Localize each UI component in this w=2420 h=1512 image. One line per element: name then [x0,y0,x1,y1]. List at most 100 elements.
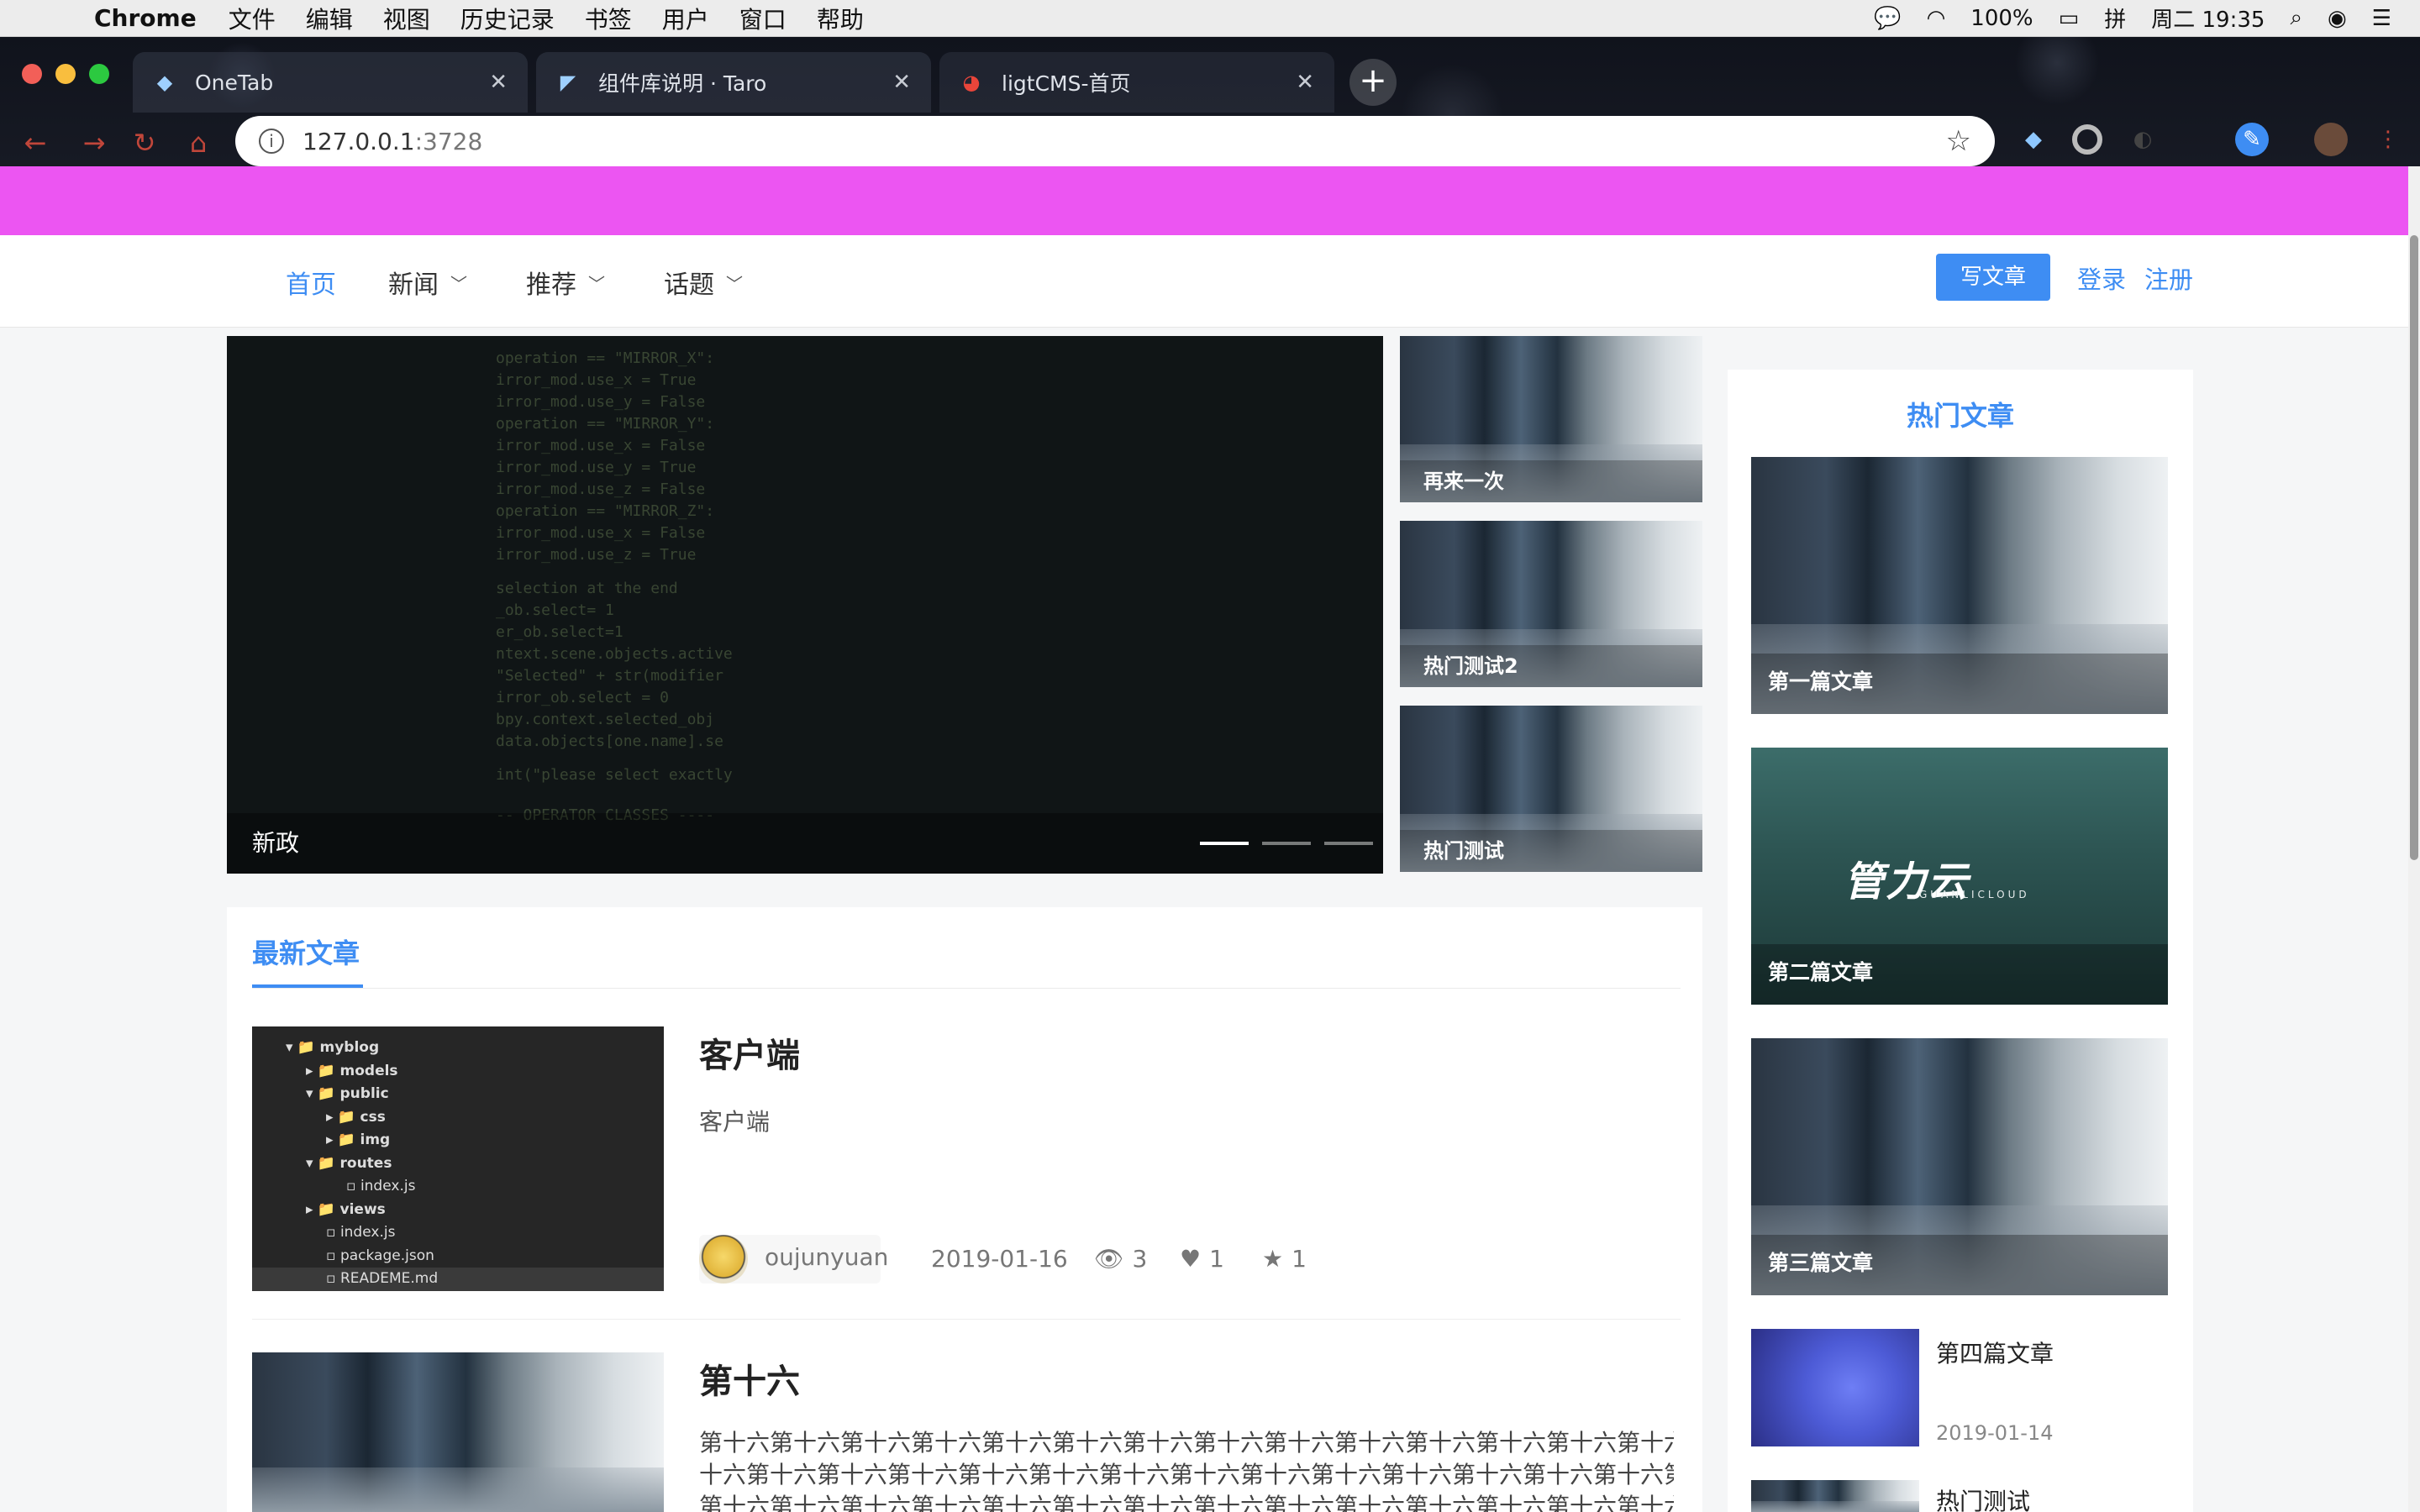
clock[interactable]: 周二 19:35 [2151,3,2265,34]
url-port: :3728 [414,127,483,155]
site-info-icon[interactable]: i [259,129,284,154]
url-text[interactable]: 127.0.0.1:3728 [302,128,1946,155]
tab-ligtcms[interactable]: ◕ ligtCMS-首页 ✕ [939,52,1334,113]
tab-title: OneTab [195,70,274,95]
hot-small-title[interactable]: 热门测试 [1936,1483,2030,1512]
divider [252,988,1681,989]
article-title[interactable]: 第十六 [699,1354,800,1403]
article-thumbnail[interactable] [252,1352,664,1512]
menu-people[interactable]: 用户 [662,2,709,35]
back-icon[interactable]: ← [18,126,52,160]
menu-history[interactable]: 历史记录 [460,2,555,35]
menu-window[interactable]: 窗口 [739,2,786,35]
hot-card-2[interactable]: 管力云 GUANLICLOUD 第二篇文章 [1751,748,2168,1005]
close-tab-icon[interactable]: ✕ [1296,70,1314,95]
new-tab-button[interactable]: + [1349,59,1397,106]
wechat-icon[interactable]: 💬 [1874,6,1901,31]
chevron-down-icon: ﹀ [726,273,743,294]
hot-small-title[interactable]: 第四篇文章 [1936,1336,2054,1369]
close-tab-icon[interactable]: ✕ [892,70,911,95]
menu-file[interactable]: 文件 [229,2,276,35]
tab-title: 组件库说明 · Taro [598,71,767,96]
wifi-icon[interactable]: ◠ [1927,6,1946,31]
nav-news[interactable]: 新闻 ﹀ [388,257,467,307]
close-window-icon[interactable] [22,64,42,84]
siri-icon[interactable]: ◉ [2328,6,2347,31]
profile-avatar[interactable] [2314,123,2348,156]
card-caption: 第二篇文章 [1768,960,1874,984]
chevron-down-icon: ﹀ [588,273,605,294]
scrollbar-thumb[interactable] [2410,235,2418,860]
code-decoration: irror_ob.select = 0 [496,689,669,706]
views-count: 3 [1132,1245,1148,1273]
carousel-dot-2[interactable] [1262,842,1311,845]
code-decoration: irror_mod.use_z = True [496,546,697,564]
login-link[interactable]: 登录 [2077,260,2126,296]
macos-menubar: Chrome 文件 编辑 视图 历史记录 书签 用户 窗口 帮助 💬 ◠ 100… [0,0,2420,37]
notification-center-icon[interactable]: ☰ [2372,6,2391,31]
forward-icon[interactable]: → [77,126,111,160]
code-decoration: irror_mod.use_y = True [496,459,697,476]
menu-help[interactable]: 帮助 [817,2,864,35]
menu-view[interactable]: 视图 [383,2,430,35]
menu-edit[interactable]: 编辑 [306,2,353,35]
hot-articles-title: 热门文章 [1906,400,2014,432]
chevron-down-icon: ﹀ [450,273,467,294]
tab-taro[interactable]: ◤ 组件库说明 · Taro ✕ [536,52,931,113]
write-article-button[interactable]: 写文章 [1936,254,2050,301]
bookmark-star-icon[interactable]: ☆ [1946,124,1971,158]
tab-onetab[interactable]: ◆ OneTab ✕ [133,52,528,113]
side-thumb-3[interactable]: 热门测试 [1400,706,1702,872]
register-link[interactable]: 注册 [2144,260,2193,296]
hot-card-1[interactable]: 第一篇文章 [1751,457,2168,714]
extension-dark-icon[interactable]: ◐ [2126,123,2160,156]
article-summary-overflow: 第十六第十六第十六第十六第十六第十六第十六第十六第十六第十六第十六第十六第十六第… [699,1493,1674,1512]
nav-recommend[interactable]: 推荐 ﹀ [526,257,605,307]
hot-small-thumb[interactable] [1751,1480,1919,1512]
chrome-menu-icon[interactable]: ⋮ [2371,123,2405,156]
article-summary: 十六第十六第十六第十六第十六第十六第十六第十六第十六第十六第十六第十六第十六第十… [699,1461,1674,1488]
tree-item: ▫ package.json [326,1247,434,1264]
stars-count: 1 [1292,1245,1307,1273]
code-decoration: irror_mod.use_z = False [496,480,706,498]
address-bar[interactable]: i 127.0.0.1:3728 ☆ [235,116,1995,166]
hero-carousel[interactable]: operation == "MIRROR_X": irror_mod.use_x… [227,336,1383,874]
app-menu[interactable]: Chrome [94,4,197,32]
extension-circle-icon[interactable] [2072,124,2102,155]
code-decoration: ntext.scene.objects.active [496,645,733,663]
zoom-window-icon[interactable] [89,64,109,84]
side-thumb-2[interactable]: 热门测试2 [1400,521,1702,687]
hot-card-3[interactable]: 第三篇文章 [1751,1038,2168,1295]
input-method-icon[interactable]: 拼 [2104,3,2126,34]
hot-small-thumb[interactable] [1751,1329,1919,1446]
author-name[interactable]: oujunyuan [765,1243,888,1271]
article-thumbnail[interactable]: ▾ 📁 myblog ▸ 📁 models ▾ 📁 public ▸ 📁 css… [252,1026,664,1291]
side-thumb-1[interactable]: 再来一次 [1400,336,1702,502]
carousel-caption: 新政 [252,829,300,857]
likes-stat[interactable]: ♥ 1 [1180,1245,1224,1273]
stars-stat[interactable]: ★ 1 [1262,1245,1307,1273]
extension-blue-icon[interactable]: ✎ [2235,123,2269,156]
code-decoration: irror_mod.use_y = False [496,393,706,411]
reload-icon[interactable]: ↻ [128,126,161,160]
battery-icon[interactable]: ▭ [2059,6,2080,31]
nav-home[interactable]: 首页 [286,257,336,307]
code-decoration: operation == "MIRROR_Z": [496,502,715,520]
latest-articles-tab[interactable]: 最新文章 [252,932,360,971]
author-avatar[interactable] [699,1235,748,1284]
hot-small-date: 2019-01-14 [1936,1421,2054,1445]
nav-topics[interactable]: 话题 ﹀ [664,257,743,307]
likes-count: 1 [1209,1245,1224,1273]
menu-bookmarks[interactable]: 书签 [585,2,632,35]
home-icon[interactable]: ⌂ [182,126,215,160]
carousel-dot-3[interactable] [1324,842,1373,845]
article-summary: 客户端 [699,1108,771,1136]
close-tab-icon[interactable]: ✕ [489,70,508,95]
carousel-dot-1[interactable] [1200,842,1249,845]
battery-percent[interactable]: 100% [1970,6,2033,31]
extension-onetab-icon[interactable]: ◆ [2017,123,2050,156]
article-title[interactable]: 客户端 [699,1028,800,1077]
spotlight-icon[interactable]: ⌕ [2290,5,2302,31]
tree-item: ▫ index.js [346,1178,416,1194]
minimize-window-icon[interactable] [55,64,76,84]
